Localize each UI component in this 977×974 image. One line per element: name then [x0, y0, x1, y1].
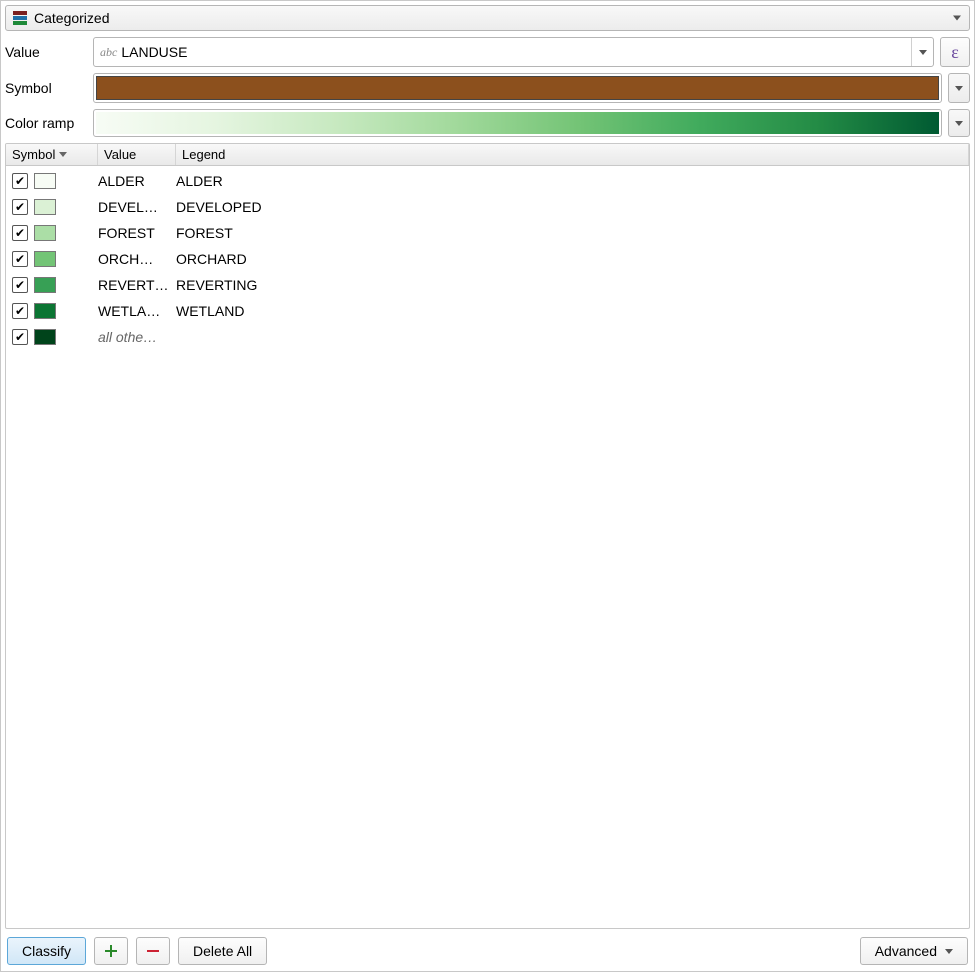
- category-swatch[interactable]: [34, 277, 56, 293]
- remove-button[interactable]: [136, 937, 170, 965]
- visibility-checkbox[interactable]: ✔: [12, 329, 28, 345]
- category-swatch[interactable]: [34, 199, 56, 215]
- renderer-mode-label: Categorized: [34, 10, 110, 26]
- advanced-button[interactable]: Advanced: [860, 937, 968, 965]
- table-row[interactable]: ✔ ALDERALDER: [6, 168, 969, 194]
- category-legend[interactable]: WETLAND: [176, 303, 969, 319]
- symbol-label: Symbol: [5, 80, 87, 96]
- category-swatch[interactable]: [34, 173, 56, 189]
- classify-button[interactable]: Classify: [7, 937, 86, 965]
- expression-button[interactable]: ε: [940, 37, 970, 67]
- value-field-text: LANDUSE: [121, 44, 911, 60]
- visibility-checkbox[interactable]: ✔: [12, 303, 28, 319]
- symbol-options-dropdown[interactable]: [948, 73, 970, 103]
- add-button[interactable]: [94, 937, 128, 965]
- text-field-icon: abc: [100, 45, 117, 60]
- category-value[interactable]: DEVEL…: [98, 199, 176, 215]
- categorized-icon: [12, 10, 28, 26]
- category-legend[interactable]: ALDER: [176, 173, 969, 189]
- delete-all-button[interactable]: Delete All: [178, 937, 267, 965]
- value-label: Value: [5, 44, 87, 60]
- colorramp-options-dropdown[interactable]: [948, 109, 970, 137]
- value-field-combo[interactable]: abc LANDUSE: [93, 37, 934, 67]
- table-row[interactable]: ✔ WETLA…WETLAND: [6, 298, 969, 324]
- table-row[interactable]: ✔ FORESTFOREST: [6, 220, 969, 246]
- visibility-checkbox[interactable]: ✔: [12, 173, 28, 189]
- button-bar: Classify Delete All Advanced: [5, 935, 970, 967]
- table-row[interactable]: ✔ all othe…: [6, 324, 969, 350]
- visibility-checkbox[interactable]: ✔: [12, 225, 28, 241]
- category-swatch[interactable]: [34, 303, 56, 319]
- visibility-checkbox[interactable]: ✔: [12, 199, 28, 215]
- category-value[interactable]: REVERT…: [98, 277, 176, 293]
- colorramp-label: Color ramp: [5, 115, 87, 131]
- header-legend[interactable]: Legend: [176, 144, 969, 165]
- category-swatch[interactable]: [34, 225, 56, 241]
- chevron-down-icon: [953, 16, 961, 21]
- table-row[interactable]: ✔ DEVEL…DEVELOPED: [6, 194, 969, 220]
- symbol-color-preview: [96, 76, 939, 100]
- category-swatch[interactable]: [34, 329, 56, 345]
- categories-table: Symbol Value Legend ✔ ALDERALDER ✔ DEVEL…DE…: [5, 143, 970, 929]
- chevron-down-icon: [945, 949, 953, 954]
- category-swatch[interactable]: [34, 251, 56, 267]
- category-value[interactable]: all othe…: [98, 329, 176, 345]
- category-value[interactable]: FOREST: [98, 225, 176, 241]
- table-row[interactable]: ✔ REVERT…REVERTING: [6, 272, 969, 298]
- category-value[interactable]: ORCH…: [98, 251, 176, 267]
- symbology-panel: Categorized Value abc LANDUSE ε Symbol C…: [0, 0, 975, 972]
- visibility-checkbox[interactable]: ✔: [12, 277, 28, 293]
- category-legend[interactable]: ORCHARD: [176, 251, 969, 267]
- category-legend[interactable]: FOREST: [176, 225, 969, 241]
- symbol-row: Symbol: [5, 73, 970, 103]
- table-header: Symbol Value Legend: [6, 144, 969, 166]
- chevron-down-icon[interactable]: [911, 38, 933, 66]
- renderer-mode-dropdown[interactable]: Categorized: [5, 5, 970, 31]
- category-value[interactable]: ALDER: [98, 173, 176, 189]
- table-body: ✔ ALDERALDER ✔ DEVEL…DEVELOPED ✔ FORESTFOREST…: [6, 166, 969, 928]
- category-legend[interactable]: DEVELOPED: [176, 199, 969, 215]
- category-legend[interactable]: REVERTING: [176, 277, 969, 293]
- table-row[interactable]: ✔ ORCH…ORCHARD: [6, 246, 969, 272]
- value-row: Value abc LANDUSE ε: [5, 37, 970, 67]
- category-value[interactable]: WETLA…: [98, 303, 176, 319]
- header-value[interactable]: Value: [98, 144, 176, 165]
- header-symbol[interactable]: Symbol: [6, 144, 98, 165]
- colorramp-button[interactable]: [93, 109, 942, 137]
- symbol-swatch-button[interactable]: [93, 73, 942, 103]
- colorramp-preview: [96, 112, 939, 134]
- visibility-checkbox[interactable]: ✔: [12, 251, 28, 267]
- sort-indicator-icon: [59, 152, 67, 157]
- colorramp-row: Color ramp: [5, 109, 970, 137]
